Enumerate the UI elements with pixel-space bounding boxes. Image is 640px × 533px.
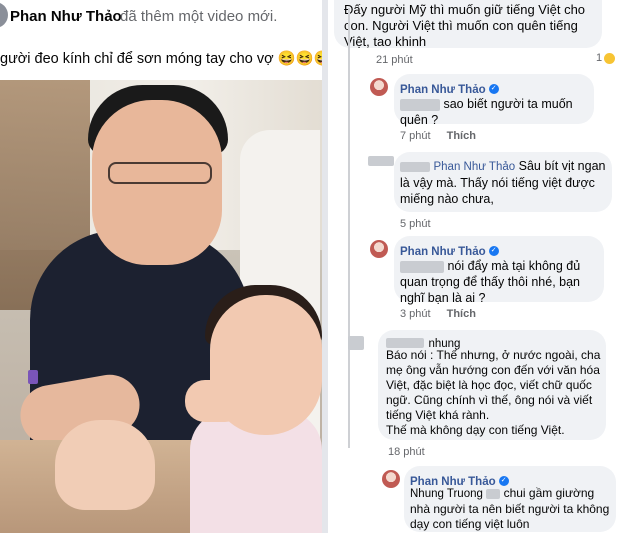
comment-3-avatar[interactable] — [370, 240, 388, 258]
redacted-name — [386, 337, 424, 348]
post-panel: Phan Như Thảo đã thêm một video mới. gườ… — [0, 0, 322, 533]
redacted-mention — [400, 260, 444, 273]
post-caption: gười đeo kính chỉ để sơn móng tay cho vợ… — [0, 51, 322, 67]
comment-4-text: Báo nói : Thế nhưng, ở nước ngoài, cha m… — [386, 348, 601, 422]
post-author-name[interactable]: Phan Như Thảo — [10, 8, 122, 25]
redacted-mention — [400, 98, 440, 111]
video-nail-polish — [28, 370, 38, 384]
comment-1-bubble: Phan Như Thảo ✓ sao biết người ta muốn qu… — [394, 74, 594, 127]
comment-1-body: sao biết người ta muốn quên ? — [400, 96, 590, 128]
comment-3-meta: 3 phút Thích — [400, 308, 476, 320]
comment-top-time[interactable]: 21 phút — [376, 54, 413, 66]
verified-badge-icon: ✓ — [498, 475, 509, 486]
comments-panel: Đấy người Mỹ thì muốn giữ tiếng Việt cho… — [328, 0, 640, 533]
post-video[interactable] — [0, 80, 322, 533]
comment-top-bubble: Đấy người Mỹ thì muốn giữ tiếng Việt cho… — [334, 0, 602, 49]
reply-thread-line — [348, 8, 350, 448]
comment-top-text: Đấy người Mỹ thì muốn giữ tiếng Việt cho… — [344, 2, 586, 49]
comment-2-avatar-redacted — [368, 156, 394, 166]
comment-3-bubble: Phan Như Thảo ✓ nói đẩy mà tại không đủ q… — [394, 236, 604, 305]
comment-5-bubble: Phan Như Thảo ✓ Nhung Truong chui gầm giư… — [404, 466, 616, 532]
video-girl-arm — [185, 380, 245, 422]
comment-5-avatar[interactable] — [382, 470, 400, 488]
comment-1-avatar[interactable] — [370, 78, 388, 96]
post-header: Phan Như Thảo đã thêm một video mới. — [0, 2, 322, 30]
redacted-name — [400, 161, 430, 172]
haha-reaction-icon — [604, 52, 616, 64]
comment-top-reaction[interactable]: 1 — [596, 52, 616, 64]
redacted-mention — [486, 488, 501, 499]
comment-2-meta: 5 phút — [400, 218, 431, 230]
reaction-count: 1 — [596, 52, 603, 64]
comment-3-author[interactable]: Phan Như Thảo — [400, 246, 486, 258]
comment-1-meta: 7 phút Thích — [400, 130, 476, 142]
comment-5-body: Nhung Truong chui gầm giường nhà người t… — [410, 486, 610, 532]
comment-1-author[interactable]: Phan Như Thảo — [400, 84, 486, 96]
post-action-text: đã thêm một video mới. — [120, 8, 278, 25]
comment-2-time[interactable]: 5 phút — [400, 218, 431, 230]
video-man-glasses — [108, 162, 212, 184]
comment-4-text-2: Thế mà không dạy con tiếng Việt. — [386, 423, 565, 437]
comment-2-bubble: Phan Như Thảo Sâu bít vịt ngan là vậy mà… — [394, 152, 612, 212]
comment-3-body: nói đẩy mà tại không đủ quan trọng để th… — [400, 258, 600, 306]
comment-4-time[interactable]: 18 phút — [388, 446, 425, 458]
comment-1-time[interactable]: 7 phút — [400, 130, 431, 142]
verified-badge-icon: ✓ — [488, 245, 499, 256]
comment-4-meta: 18 phút — [388, 446, 425, 458]
video-hand — [55, 420, 155, 510]
comment-3-like-button[interactable]: Thích — [447, 308, 476, 320]
comment-4-avatar-redacted — [348, 336, 364, 350]
comment-1-like-button[interactable]: Thích — [447, 130, 476, 142]
comment-2-author[interactable]: Phan Như Thảo — [433, 161, 515, 173]
comment-3-time[interactable]: 3 phút — [400, 308, 431, 320]
comment-2-body: Phan Như Thảo Sâu bít vịt ngan là vậy mà… — [400, 158, 612, 207]
verified-badge-icon: ✓ — [488, 83, 499, 94]
post-author-avatar[interactable] — [0, 2, 8, 28]
comment-top-meta: 21 phút — [376, 54, 413, 66]
comment-4-bubble: nhung Báo nói : Thế nhưng, ở nước ngoài,… — [378, 330, 606, 440]
comment-5-mention[interactable]: Nhung Truong — [410, 488, 483, 500]
